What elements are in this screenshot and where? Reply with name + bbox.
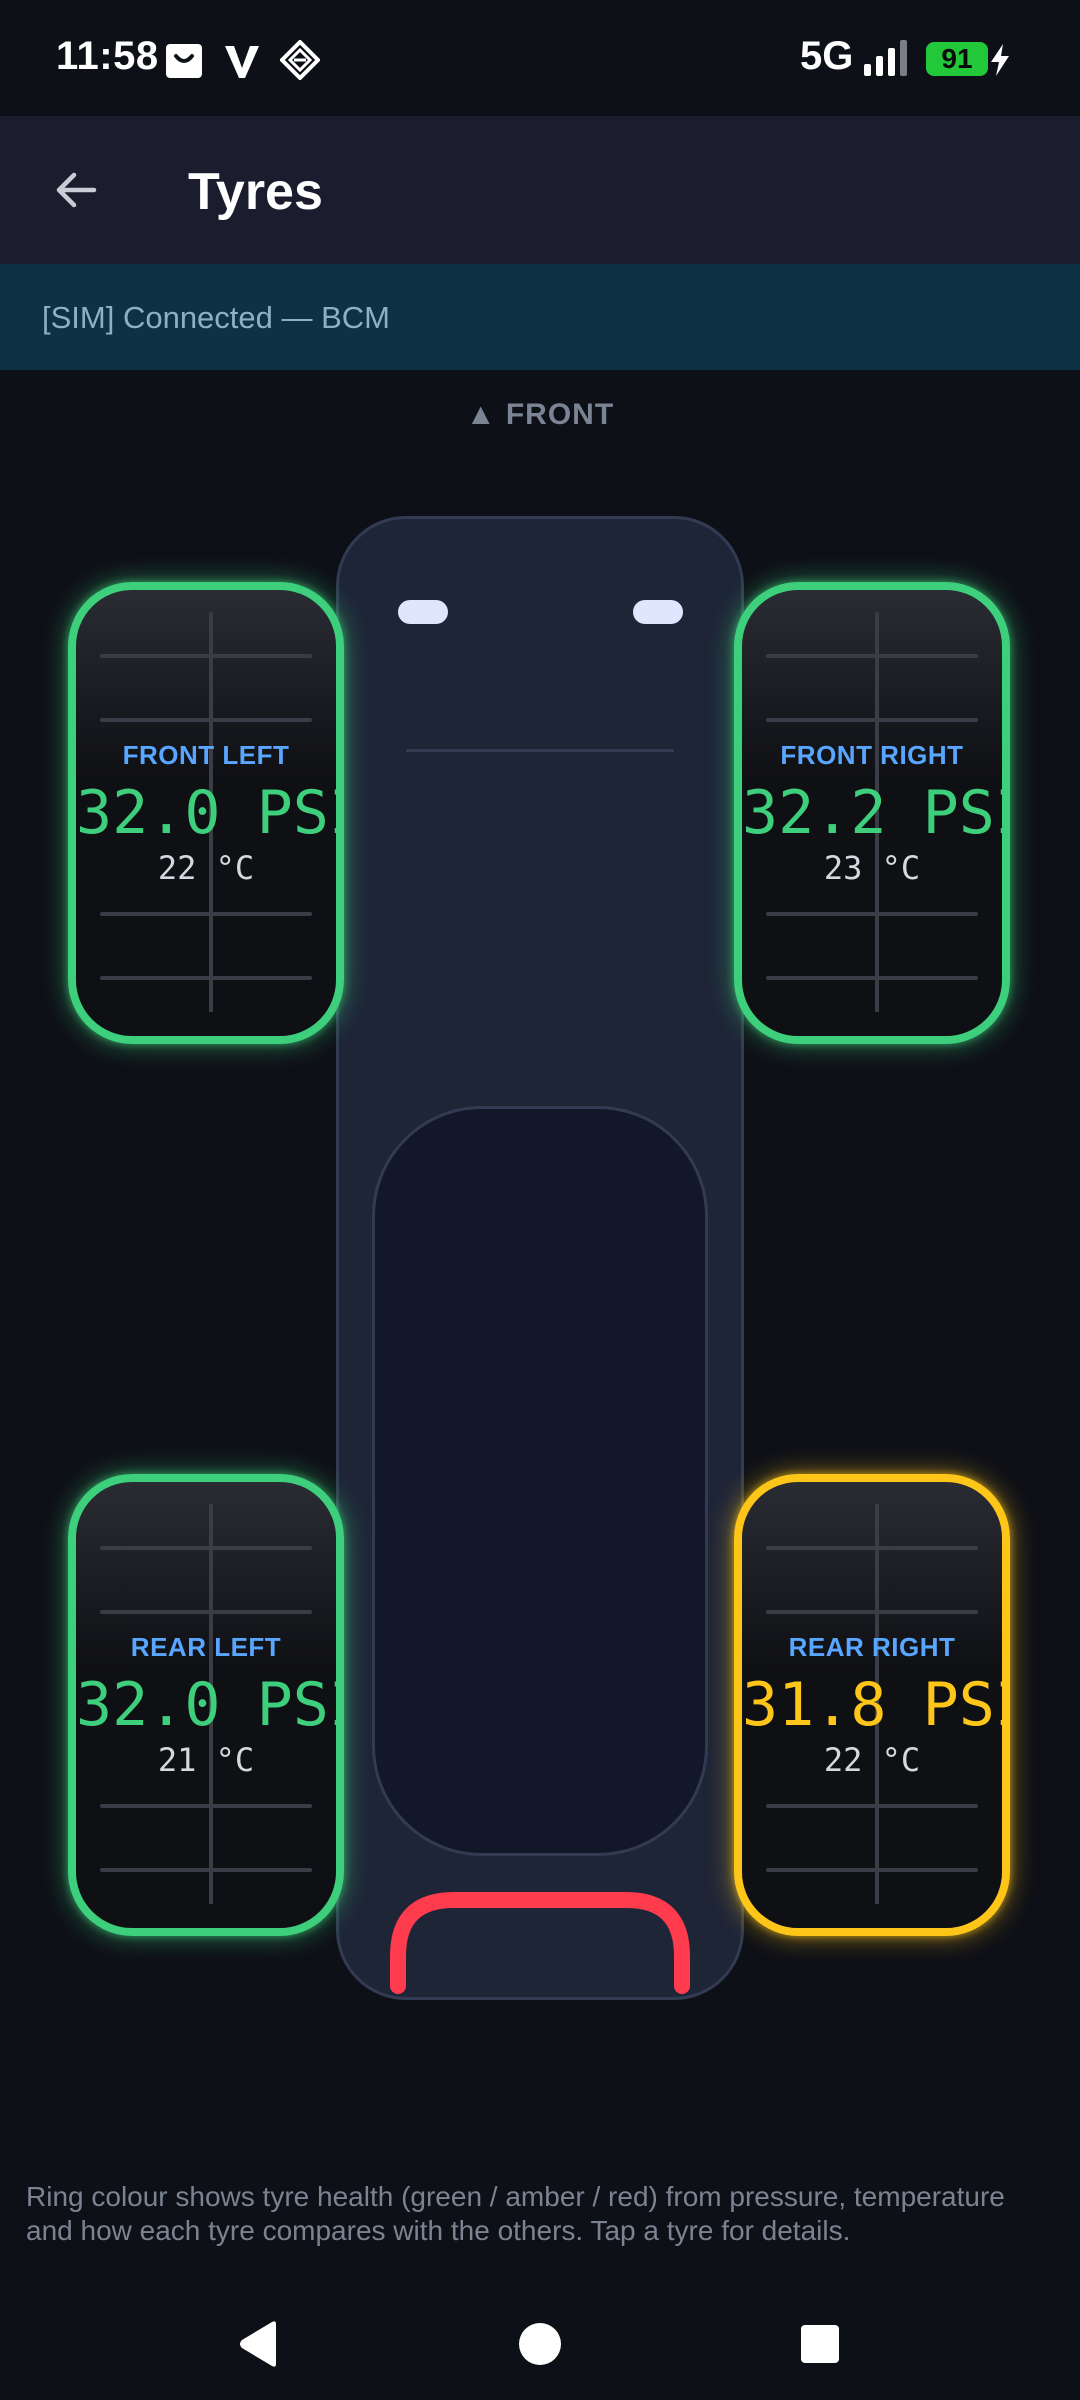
tread — [766, 1804, 978, 1808]
hood-line — [406, 749, 674, 752]
tyre-rear-right[interactable]: REAR RIGHT 31.8 PSI 22 °C — [734, 1474, 1010, 1936]
back-button[interactable] — [44, 158, 108, 222]
arrow-left-icon — [56, 172, 97, 208]
front-indicator: ▲ FRONT — [465, 398, 615, 431]
tread — [100, 912, 312, 916]
page-title: Tyres — [188, 163, 323, 221]
tyre-temperature: 22 °C — [823, 1741, 921, 1779]
tyre-rear-left[interactable]: REAR LEFT 32.0 PSI 21 °C — [68, 1474, 344, 1936]
connection-status-text: [SIM] Connected — BCM — [42, 300, 391, 335]
tyre-info: REAR RIGHT 31.8 PSI 22 °C — [742, 1632, 1002, 1779]
screen: 11:58 5G 91 Tyres [SIM] Connected — BCM … — [0, 0, 1080, 2400]
tyre-pressure: 32.2 PSI — [742, 778, 1010, 848]
tread — [100, 1546, 312, 1550]
health-legend-note: Ring colour shows tyre health (green / a… — [26, 2181, 1005, 2246]
recents-square-icon — [801, 2325, 839, 2363]
connection-banner: [SIM] Connected — BCM — [0, 264, 1080, 370]
tyre-label: FRONT LEFT — [122, 740, 290, 770]
nav-back-button[interactable] — [218, 2308, 298, 2380]
tread — [766, 654, 978, 658]
system-nav-bar — [0, 2284, 1080, 2400]
nav-recents-button[interactable] — [780, 2308, 860, 2380]
tyre-front-left[interactable]: FRONT LEFT 32.0 PSI 22 °C — [68, 582, 344, 1044]
tyre-temperature: 22 °C — [157, 849, 255, 887]
tyre-info: FRONT RIGHT 32.2 PSI 23 °C — [742, 740, 1002, 887]
tyre-label: REAR RIGHT — [788, 1632, 956, 1662]
back-triangle-icon — [240, 2321, 276, 2367]
taillight-bar — [390, 1892, 690, 1994]
headlight-left — [398, 600, 448, 624]
tyre-pressure: 32.0 PSI — [76, 778, 344, 848]
tyre-front-right[interactable]: FRONT RIGHT 32.2 PSI 23 °C — [734, 582, 1010, 1044]
tread — [100, 654, 312, 658]
tyre-info: REAR LEFT 32.0 PSI 21 °C — [76, 1632, 336, 1779]
tyre-temperature: 21 °C — [157, 1741, 255, 1779]
charging-bolt-icon — [991, 44, 1009, 76]
home-circle-icon — [519, 2323, 561, 2365]
car-cabin — [372, 1106, 708, 1856]
status-bar: 11:58 5G 91 — [0, 0, 1080, 116]
tread — [766, 1546, 978, 1550]
tyre-pressure: 32.0 PSI — [76, 1670, 344, 1740]
signal-icon — [864, 40, 907, 76]
tyre-temperature: 23 °C — [823, 849, 921, 887]
diamond-app-icon — [280, 40, 320, 80]
tyre-pressure: 31.8 PSI — [742, 1670, 1010, 1740]
headlight-right — [633, 600, 683, 624]
v-logo-icon — [225, 46, 259, 78]
tyre-info: FRONT LEFT 32.0 PSI 22 °C — [76, 740, 336, 887]
tread — [766, 976, 978, 980]
tread — [766, 1610, 978, 1614]
tread — [766, 912, 978, 916]
app-bar: Tyres — [0, 116, 1080, 264]
tyre-label: REAR LEFT — [130, 1632, 282, 1662]
tread — [100, 1610, 312, 1614]
tread — [766, 718, 978, 722]
tread — [100, 976, 312, 980]
tread — [100, 718, 312, 722]
battery-level: 91 — [926, 42, 988, 76]
status-time: 11:58 — [56, 34, 159, 78]
tread — [766, 1868, 978, 1872]
network-type: 5G — [800, 34, 854, 78]
tyre-label: FRONT RIGHT — [780, 740, 964, 770]
shopping-bag-icon — [166, 44, 202, 78]
tread — [100, 1804, 312, 1808]
nav-home-button[interactable] — [500, 2308, 580, 2380]
tread — [100, 1868, 312, 1872]
